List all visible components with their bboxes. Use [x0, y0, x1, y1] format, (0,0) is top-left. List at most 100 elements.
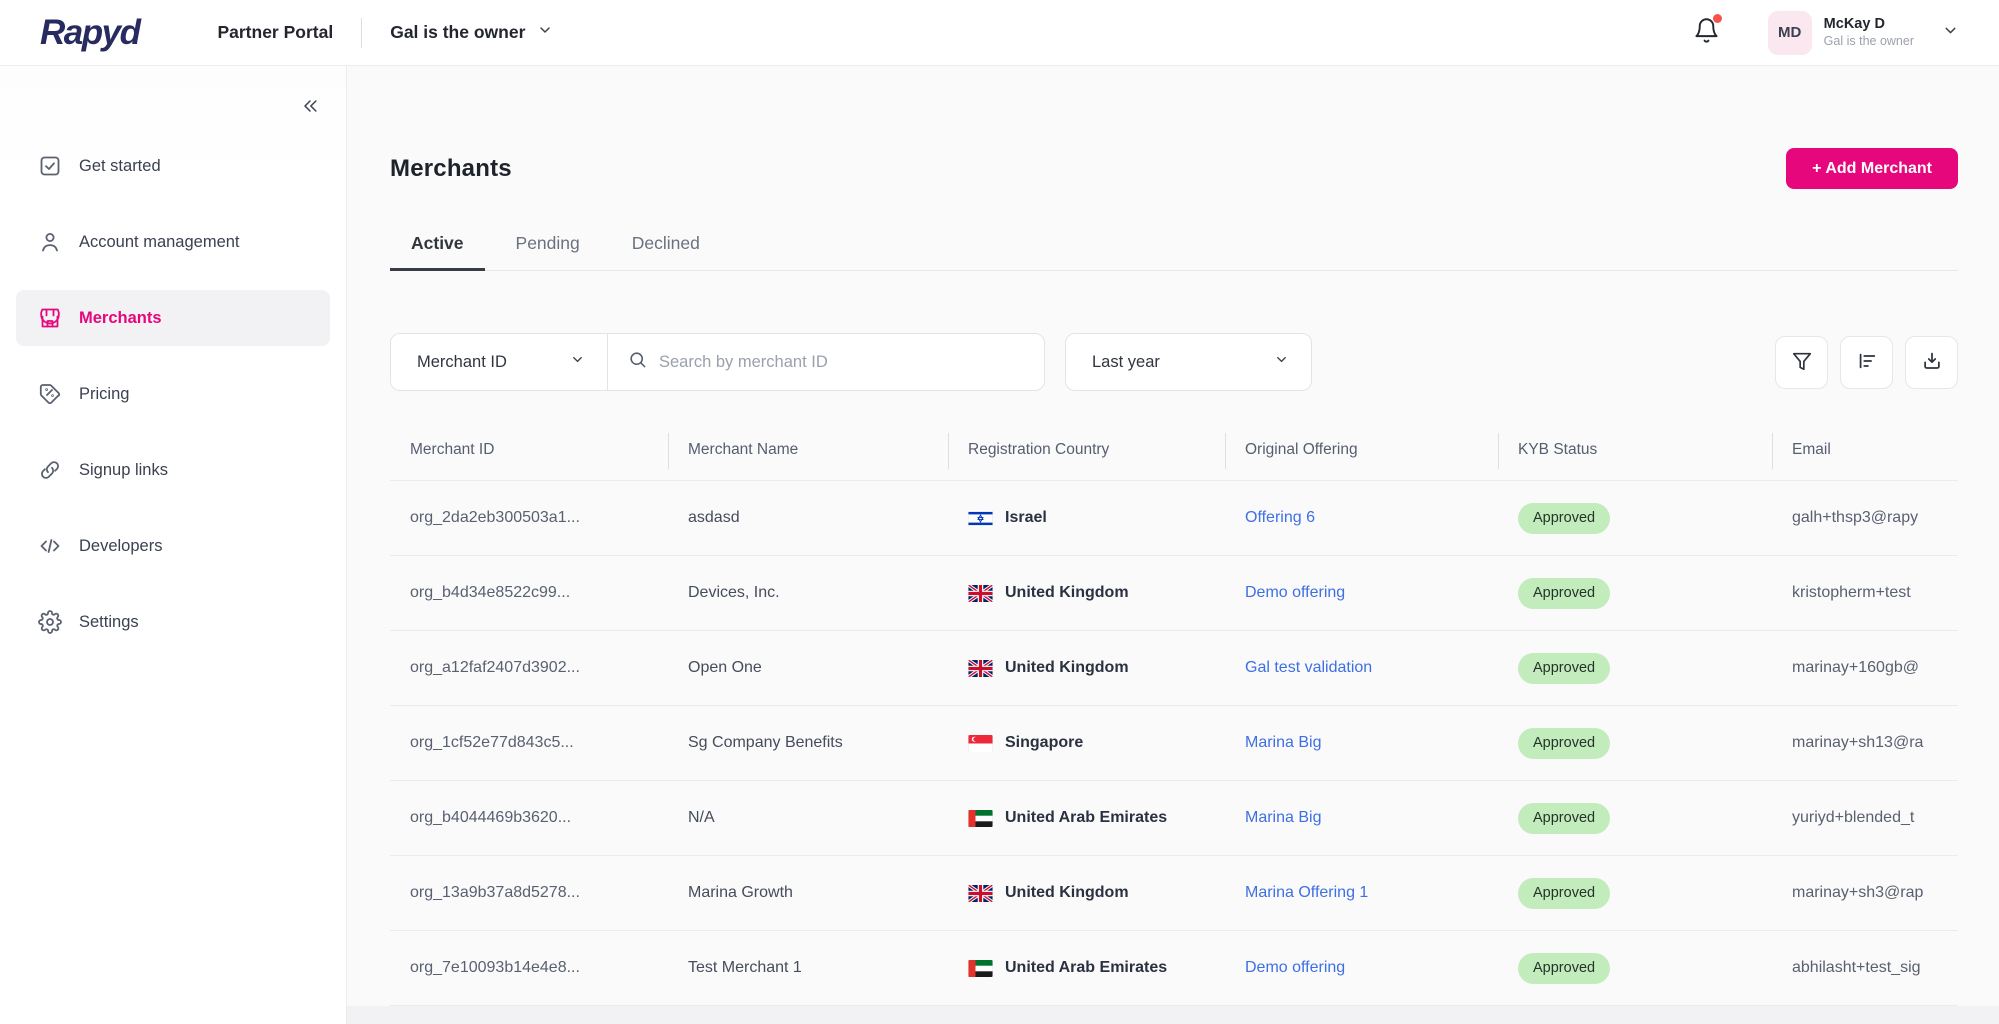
search-field-selector[interactable]: Merchant ID — [391, 334, 608, 390]
offering-link[interactable]: Marina Big — [1245, 734, 1321, 752]
price-tag-icon — [38, 382, 62, 406]
cell-registration-country: United Arab Emirates — [948, 931, 1225, 1005]
gb-flag-icon — [968, 585, 993, 602]
cell-merchant-id: org_a12faf2407d3902... — [390, 631, 668, 705]
offering-link[interactable]: Offering 6 — [1245, 509, 1315, 527]
sidebar-item-label: Merchants — [79, 309, 162, 328]
table-row[interactable]: org_7e10093b14e4e8...Test Merchant 1Unit… — [390, 930, 1958, 1006]
chevron-down-icon — [537, 22, 553, 43]
status-badge: Approved — [1518, 728, 1610, 759]
sort-icon — [1856, 350, 1878, 375]
offering-link[interactable]: Marina Offering 1 — [1245, 884, 1368, 902]
page-head: Merchants + Add Merchant — [390, 148, 1958, 189]
offering-link[interactable]: Gal test validation — [1245, 659, 1372, 677]
link-icon — [38, 458, 62, 482]
sort-button[interactable] — [1840, 336, 1893, 389]
date-range-selector[interactable]: Last year — [1065, 333, 1312, 391]
user-role: Gal is the owner — [1824, 33, 1914, 49]
table-row[interactable]: org_b4044469b3620...N/AUnited Arab Emira… — [390, 780, 1958, 855]
topbar-left: Rapyd Partner Portal Gal is the owner — [40, 13, 553, 53]
search-input[interactable] — [659, 353, 1026, 372]
cell-kyb-status: Approved — [1498, 631, 1772, 705]
country-name: United Kingdom — [1005, 584, 1129, 602]
table-header: Merchant IDMerchant NameRegistration Cou… — [390, 420, 1958, 480]
filter-funnel-icon — [1791, 350, 1813, 375]
checkbox-icon — [38, 154, 62, 178]
table-row[interactable]: org_a12faf2407d3902...Open OneUnited Kin… — [390, 630, 1958, 705]
cell-email: marinay+sh13@ra — [1772, 706, 1958, 780]
tab-pending[interactable]: Pending — [495, 233, 601, 271]
sidebar-item-settings[interactable]: Settings — [16, 594, 330, 650]
filter-button[interactable] — [1775, 336, 1828, 389]
cell-merchant-name: Test Merchant 1 — [668, 931, 948, 1005]
table-row[interactable]: org_2da2eb300503a1...asdasdIsraelOfferin… — [390, 480, 1958, 555]
topbar-divider — [361, 18, 362, 48]
cell-registration-country: United Kingdom — [948, 856, 1225, 930]
cell-merchant-id: org_13a9b37a8d5278... — [390, 856, 668, 930]
cell-original-offering: Marina Big — [1225, 781, 1498, 855]
table-row[interactable]: org_b4d34e8522c99...Devices, Inc.United … — [390, 555, 1958, 630]
cell-registration-country: Israel — [948, 481, 1225, 555]
country-name: United Arab Emirates — [1005, 809, 1167, 827]
cell-merchant-name: Marina Growth — [668, 856, 948, 930]
sidebar-item-developers[interactable]: Developers — [16, 518, 330, 574]
table-row[interactable]: org_13a9b37a8d5278...Marina Growth United… — [390, 855, 1958, 930]
country-name: United Kingdom — [1005, 884, 1129, 902]
column-header-merchant-name: Merchant Name — [668, 420, 948, 480]
filters-bar: Merchant ID Last year — [390, 333, 1958, 391]
user-menu[interactable]: MD McKay D Gal is the owner — [1768, 11, 1959, 55]
sidebar-collapse-button[interactable] — [296, 92, 324, 123]
status-badge: Approved — [1518, 653, 1610, 684]
sidebar-item-pricing[interactable]: Pricing — [16, 366, 330, 422]
date-range-value: Last year — [1092, 353, 1160, 372]
sidebar-item-signup-links[interactable]: Signup links — [16, 442, 330, 498]
table-row[interactable]: org_1cf52e77d843c5...Sg Company Benefits… — [390, 705, 1958, 780]
cell-email: kristopherm+test — [1772, 556, 1958, 630]
tab-declined[interactable]: Declined — [611, 233, 721, 271]
gb-flag-icon — [968, 660, 993, 677]
tabs: Active Pending Declined — [390, 233, 1958, 271]
cell-kyb-status: Approved — [1498, 706, 1772, 780]
user-text: McKay D Gal is the owner — [1824, 15, 1914, 49]
gear-icon — [38, 610, 62, 634]
download-button[interactable] — [1905, 336, 1958, 389]
chevron-down-icon — [570, 352, 585, 372]
status-badge: Approved — [1518, 803, 1610, 834]
gb-flag-icon — [968, 885, 993, 902]
cell-email: abhilasht+test_sig — [1772, 931, 1958, 1005]
sidebar-item-label: Account management — [79, 233, 240, 252]
sidebar: Get started Account management Merchants Pr… — [0, 66, 347, 1024]
cell-merchant-id: org_1cf52e77d843c5... — [390, 706, 668, 780]
offering-link[interactable]: Marina Big — [1245, 809, 1321, 827]
sidebar-item-merchants[interactable]: Merchants — [16, 290, 330, 346]
code-icon — [38, 534, 62, 558]
cell-merchant-name: N/A — [668, 781, 948, 855]
cell-original-offering: Demo offering — [1225, 556, 1498, 630]
search-field-value: Merchant ID — [417, 353, 507, 372]
cell-email: galh+thsp3@rapy — [1772, 481, 1958, 555]
cell-original-offering: Marina Big — [1225, 706, 1498, 780]
topbar-right: MD McKay D Gal is the owner — [1693, 11, 1959, 55]
cell-original-offering: Marina Offering 1 — [1225, 856, 1498, 930]
offering-link[interactable]: Demo offering — [1245, 584, 1345, 602]
cell-registration-country: United Kingdom — [948, 556, 1225, 630]
column-header-merchant-id: Merchant ID — [390, 420, 668, 480]
offering-link[interactable]: Demo offering — [1245, 959, 1345, 977]
tab-active[interactable]: Active — [390, 233, 485, 271]
owner-selector[interactable]: Gal is the owner — [390, 22, 553, 43]
double-chevron-left-icon — [300, 104, 320, 119]
cell-registration-country: Singapore — [948, 706, 1225, 780]
person-icon — [38, 230, 62, 254]
storefront-icon — [38, 306, 62, 330]
cell-merchant-id: org_7e10093b14e4e8... — [390, 931, 668, 1005]
user-name: McKay D — [1824, 15, 1914, 33]
sidebar-item-account-management[interactable]: Account management — [16, 214, 330, 270]
cell-registration-country: United Kingdom — [948, 631, 1225, 705]
rapyd-logo[interactable]: Rapyd — [40, 13, 139, 53]
sg-flag-icon — [968, 735, 993, 752]
sidebar-item-get-started[interactable]: Get started — [16, 138, 330, 194]
add-merchant-button[interactable]: + Add Merchant — [1786, 148, 1958, 189]
merchants-table: Merchant IDMerchant NameRegistration Cou… — [390, 420, 1958, 1006]
notifications-button[interactable] — [1693, 17, 1720, 49]
body-row: Get started Account management Merchants Pr… — [0, 66, 1999, 1024]
